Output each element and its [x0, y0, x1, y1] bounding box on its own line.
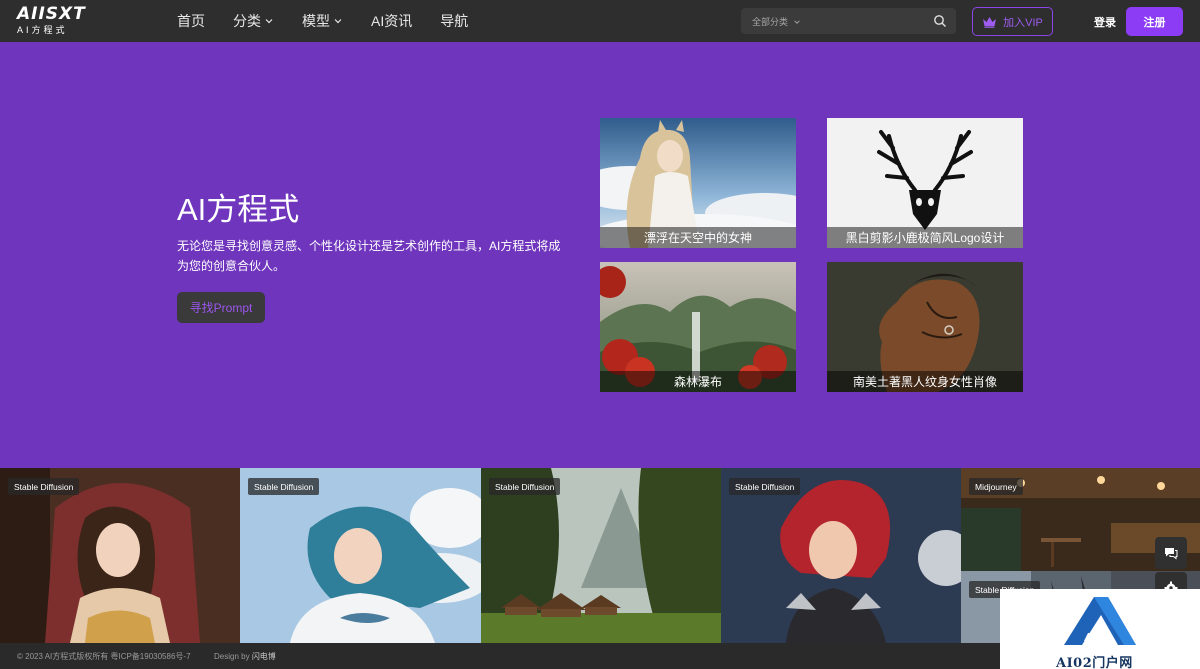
gallery-item[interactable]: Stable Diffusion: [721, 468, 961, 643]
watermark-text: AI02门户网: [1056, 656, 1133, 669]
hero-description: 无论您是寻找创意灵感、个性化设计还是艺术创作的工具，AI方程式将成为您的创意合伙…: [177, 239, 561, 273]
featured-card[interactable]: 森林瀑布: [600, 262, 796, 392]
nav-item-models[interactable]: 模型: [302, 11, 343, 31]
card-caption: 森林瀑布: [600, 371, 796, 392]
nav-label: 导航: [440, 13, 469, 29]
register-button[interactable]: 注册: [1126, 7, 1183, 36]
designer-link[interactable]: 闪电博: [252, 652, 276, 661]
nav-item-ai-news[interactable]: AI资讯: [371, 11, 412, 31]
featured-card[interactable]: 南美土著黑人纹身女性肖像: [827, 262, 1023, 392]
logo-subtitle: AI方程式: [17, 25, 68, 35]
card-caption: 漂浮在天空中的女神: [600, 227, 796, 248]
model-tag: Midjourney: [969, 478, 1023, 495]
chevron-down-icon: [265, 19, 273, 24]
hero-title: AI方程式: [177, 192, 300, 227]
featured-card[interactable]: 漂浮在天空中的女神: [600, 118, 796, 248]
card-caption: 南美土著黑人纹身女性肖像: [827, 371, 1023, 392]
nav-label: 首页: [177, 13, 205, 29]
search-input[interactable]: [811, 11, 921, 31]
card-caption: 黑白剪影小鹿极简风Logo设计: [827, 227, 1023, 248]
model-tag: Stable Diffusion: [8, 478, 80, 495]
design-credit: Design by 闪电博: [214, 651, 276, 662]
crown-icon: [983, 16, 997, 28]
watermark: AI02门户网: [1000, 589, 1200, 669]
chat-bubble-icon: [1165, 548, 1178, 560]
page: AIISXT AI方程式 首页 分类 模型 AI资讯 导航 全部分类 加入VIP…: [0, 0, 1200, 669]
site-logo[interactable]: AIISXT AI方程式: [17, 5, 87, 37]
chat-tool-button[interactable]: [1155, 537, 1187, 569]
model-tag: Stable Diffusion: [729, 478, 801, 495]
find-prompt-button[interactable]: 寻找Prompt: [177, 292, 265, 323]
search-icon[interactable]: [933, 14, 947, 28]
main-nav: 首页 分类 模型 AI资讯 导航: [177, 0, 496, 42]
search-bar: 全部分类: [741, 8, 956, 34]
nav-item-home[interactable]: 首页: [177, 11, 205, 31]
vip-label: 加入VIP: [1003, 16, 1043, 29]
logo-mark: AIISXT: [17, 4, 86, 24]
gallery-item[interactable]: Stable Diffusion: [0, 468, 240, 643]
join-vip-button[interactable]: 加入VIP: [972, 7, 1053, 36]
copyright-text: © 2023 AI方程式版权所有 粤ICP备19030586号-7: [17, 652, 191, 661]
nav-item-categories[interactable]: 分类: [233, 11, 274, 31]
chevron-down-icon: [334, 19, 342, 24]
nav-label: 分类: [233, 13, 261, 29]
watermark-logo: [1064, 597, 1136, 645]
nav-label: 模型: [302, 13, 330, 29]
search-category-label: 全部分类: [752, 17, 789, 27]
nav-item-navigation[interactable]: 导航: [440, 11, 468, 31]
search-category-select[interactable]: 全部分类: [752, 15, 801, 28]
login-link[interactable]: 登录: [1094, 14, 1116, 30]
nav-label: AI资讯: [371, 13, 413, 29]
top-navbar: AIISXT AI方程式 首页 分类 模型 AI资讯 导航 全部分类 加入VIP…: [0, 0, 1200, 42]
chevron-down-icon: [794, 19, 800, 24]
gallery-item[interactable]: Stable Diffusion: [481, 468, 721, 643]
model-tag: Stable Diffusion: [489, 478, 561, 495]
gallery-item[interactable]: Stable Diffusion: [240, 468, 481, 643]
design-prefix: Design by: [214, 652, 250, 661]
model-tag: Stable Diffusion: [248, 478, 320, 495]
featured-card[interactable]: 黑白剪影小鹿极简风Logo设计: [827, 118, 1023, 248]
